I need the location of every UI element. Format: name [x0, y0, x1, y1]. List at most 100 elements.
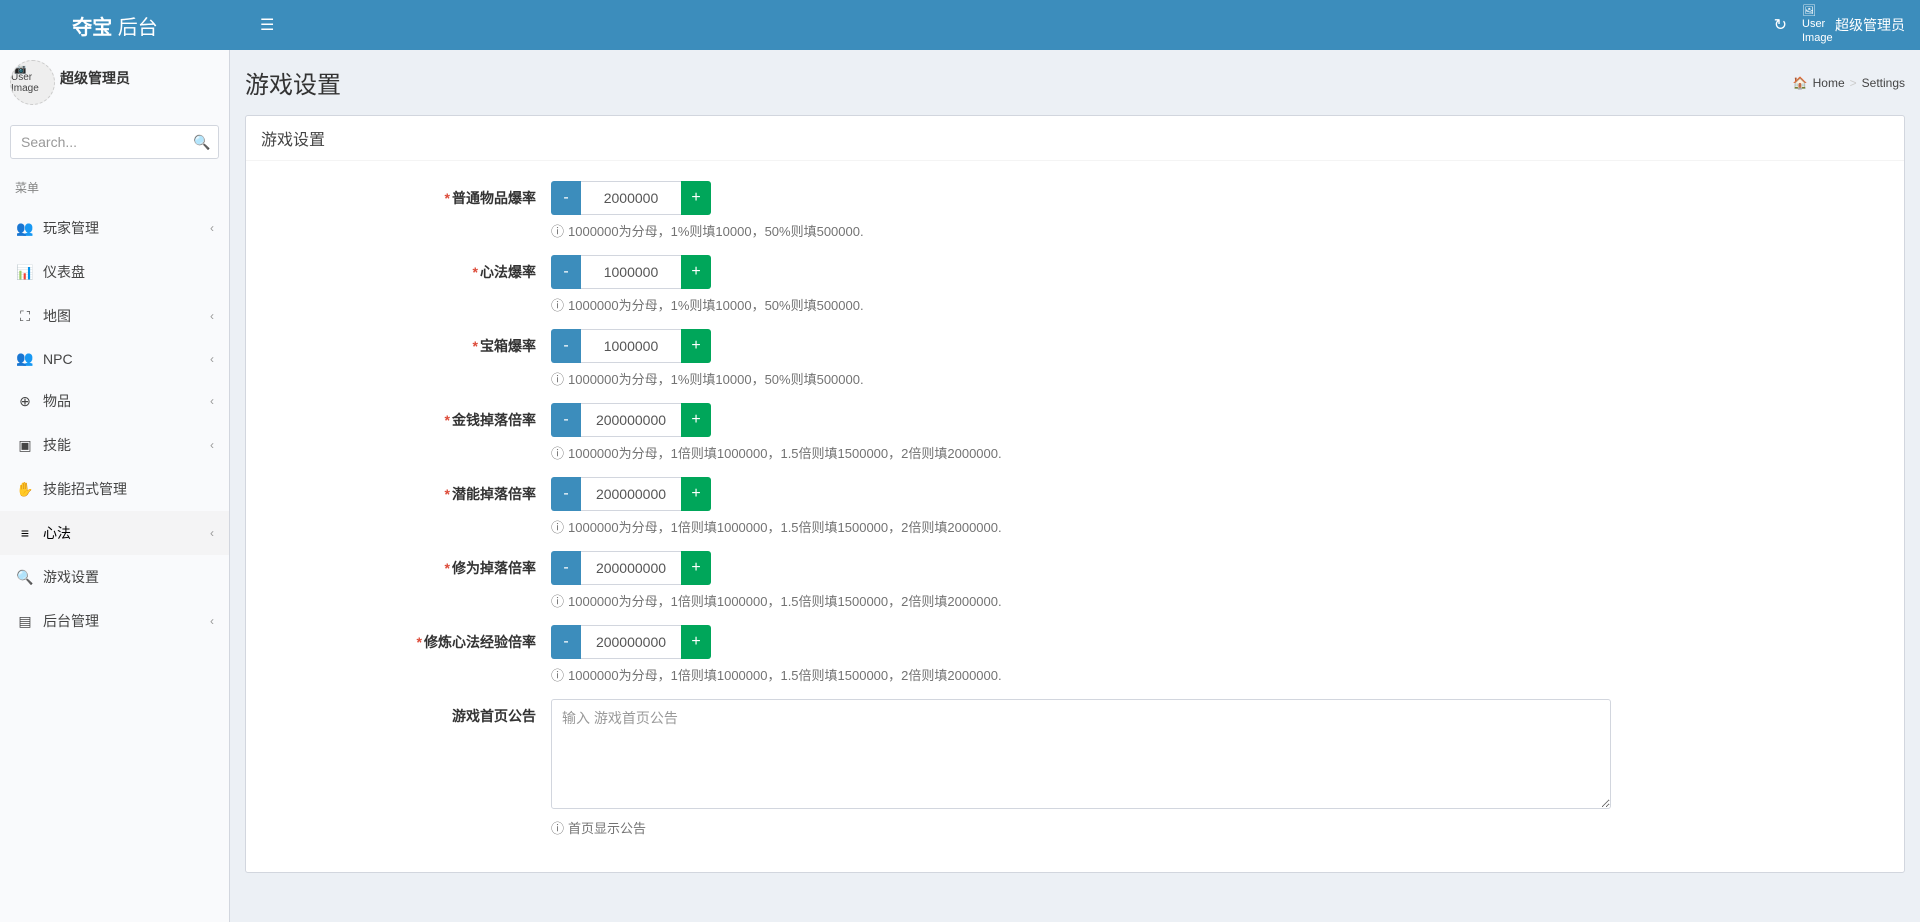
page-title: 游戏设置 — [245, 65, 341, 100]
number-input[interactable] — [581, 625, 681, 659]
sidebar-item-label: 后台管理 — [43, 611, 99, 631]
number-input[interactable] — [581, 403, 681, 437]
refresh-icon[interactable]: ↻ — [1774, 15, 1787, 35]
sidebar-item-label: 仪表盘 — [43, 262, 85, 282]
chevron-left-icon: ‹ — [210, 394, 214, 408]
field-col: - + ⓘ1000000为分母，1%则填10000，50%则填500000. — [551, 181, 1611, 240]
sidebar-item-5[interactable]: ▣技能‹ — [0, 423, 229, 467]
decrement-button[interactable]: - — [551, 255, 581, 289]
chevron-left-icon: ‹ — [210, 352, 214, 366]
main-sidebar: User Image 超级管理员 🔍 菜单 👥玩家管理‹📊仪表盘⛶地图‹👥NPC… — [0, 50, 230, 922]
dashboard-icon: 🏠 — [1793, 76, 1808, 90]
sidebar-item-icon: 👥 — [15, 350, 35, 367]
sidebar-toggle-icon[interactable]: ☰ — [245, 0, 289, 50]
field-label-text: 宝箱爆率 — [480, 338, 536, 354]
field-label-text: 金钱掉落倍率 — [452, 412, 536, 428]
required-mark: * — [445, 412, 450, 428]
breadcrumb: 🏠 Home > Settings — [1793, 76, 1905, 90]
field-col: -+ⓘ1000000为分母，1倍则填1000000，1.5倍则填1500000，… — [551, 403, 1611, 462]
required-mark: * — [473, 338, 478, 354]
sidebar-menu-header: 菜单 — [0, 169, 229, 206]
box-body: *普通物品爆率-+ⓘ1000000为分母，1%则填10000，50%则填5000… — [246, 161, 1904, 872]
form-group-5: *修为掉落倍率-+ⓘ1000000为分母，1倍则填1000000，1.5倍则填1… — [261, 551, 1889, 610]
logo[interactable]: 夺宝 后台 — [0, 0, 230, 50]
required-mark: * — [445, 560, 450, 576]
info-icon: ⓘ — [551, 443, 564, 462]
increment-button[interactable]: + — [681, 551, 711, 585]
help-text: 1000000为分母，1%则填10000，50%则填500000. — [568, 295, 864, 314]
number-input[interactable] — [581, 329, 681, 363]
form-group-4: *潜能掉落倍率-+ⓘ1000000为分母，1倍则填1000000，1.5倍则填1… — [261, 477, 1889, 536]
increment-button[interactable]: + — [681, 329, 711, 363]
decrement-button[interactable]: - — [551, 181, 581, 215]
content: 游戏设置 *普通物品爆率-+ⓘ1000000为分母，1%则填10000，50%则… — [230, 100, 1920, 888]
required-mark: * — [445, 486, 450, 502]
required-mark: * — [445, 190, 450, 206]
number-input[interactable] — [581, 255, 681, 289]
user-menu[interactable]: 🖼 User Image 超级管理员 — [1802, 5, 1905, 45]
breadcrumb-separator: > — [1850, 76, 1857, 90]
search-button[interactable]: 🔍 — [185, 125, 219, 159]
sidebar-item-label: 技能招式管理 — [43, 479, 127, 499]
decrement-button[interactable]: - — [551, 551, 581, 585]
info-icon: ⓘ — [551, 221, 564, 240]
sidebar-item-3[interactable]: 👥 NPC ‹ — [0, 338, 229, 379]
number-input[interactable] — [581, 551, 681, 585]
sidebar-item-label: NPC — [43, 351, 73, 367]
number-input-group: -+ — [551, 551, 1611, 585]
decrement-button[interactable]: - — [551, 625, 581, 659]
number-input[interactable] — [581, 181, 681, 215]
info-icon: ⓘ — [551, 818, 564, 837]
required-mark: * — [473, 264, 478, 280]
sidebar-item-4[interactable]: ⊕物品‹ — [0, 379, 229, 423]
field-label: *宝箱爆率 — [261, 329, 551, 388]
sidebar-item-icon: ≡ — [15, 525, 35, 541]
breadcrumb-home[interactable]: Home — [1813, 76, 1845, 90]
main-header: 夺宝 后台 ☰ ↻ 🖼 User Image 超级管理员 — [0, 0, 1920, 50]
help-text: 1000000为分母，1%则填10000，50%则填500000. — [568, 221, 864, 240]
announcement-textarea[interactable] — [551, 699, 1611, 809]
sidebar-item-label: 地图 — [43, 306, 71, 326]
chevron-left-icon: ‹ — [210, 438, 214, 452]
field-label-text: 普通物品爆率 — [452, 190, 536, 206]
increment-button[interactable]: + — [681, 403, 711, 437]
field-label: *金钱掉落倍率 — [261, 403, 551, 462]
header-username: 超级管理员 — [1835, 15, 1905, 35]
decrement-button[interactable]: - — [551, 329, 581, 363]
field-label: *心法爆率 — [261, 255, 551, 314]
decrement-button[interactable]: - — [551, 403, 581, 437]
content-header: 游戏设置 🏠 Home > Settings — [230, 50, 1920, 100]
number-input-group: -+ — [551, 625, 1611, 659]
navbar: ☰ ↻ 🖼 User Image 超级管理员 — [230, 0, 1920, 50]
help-block: ⓘ1000000为分母，1倍则填1000000，1.5倍则填1500000，2倍… — [551, 665, 1611, 684]
sidebar-item-1[interactable]: 📊 仪表盘 — [0, 250, 229, 294]
sidebar-item-8[interactable]: 🔍游戏设置 — [0, 555, 229, 599]
help-block: ⓘ1000000为分母，1%则填10000，50%则填500000. — [551, 221, 1611, 240]
field-label-text: 潜能掉落倍率 — [452, 486, 536, 502]
sidebar-item-icon: ▣ — [15, 437, 35, 454]
sidebar-item-icon: ⊕ — [15, 393, 35, 410]
sidebar-item-7[interactable]: ≡ 心法 ‹ — [0, 511, 229, 555]
increment-button[interactable]: + — [681, 255, 711, 289]
settings-box: 游戏设置 *普通物品爆率-+ⓘ1000000为分母，1%则填10000，50%则… — [245, 115, 1905, 873]
increment-button[interactable]: + — [681, 625, 711, 659]
user-panel-avatar: User Image — [10, 60, 55, 105]
sidebar-item-label: 心法 — [43, 523, 71, 543]
user-image-icon: 🖼 User Image — [1802, 5, 1827, 45]
info-icon: ⓘ — [551, 665, 564, 684]
announcement-label: 游戏首页公告 — [261, 699, 551, 837]
number-input[interactable] — [581, 477, 681, 511]
decrement-button[interactable]: - — [551, 477, 581, 511]
sidebar-item-9[interactable]: ▤后台管理‹ — [0, 599, 229, 643]
increment-button[interactable]: + — [681, 477, 711, 511]
sidebar-item-0[interactable]: 👥玩家管理‹ — [0, 206, 229, 250]
sidebar-item-icon: 📊 — [15, 264, 35, 281]
increment-button[interactable]: + — [681, 181, 711, 215]
sidebar-item-6[interactable]: ✋技能招式管理 — [0, 467, 229, 511]
info-icon: ⓘ — [551, 517, 564, 536]
number-input-group: -+ — [551, 403, 1611, 437]
field-label: *普通物品爆率 — [261, 181, 551, 240]
chevron-left-icon: ‹ — [210, 526, 214, 540]
number-input-group: -+ — [551, 329, 1611, 363]
sidebar-item-2[interactable]: ⛶地图‹ — [0, 294, 229, 338]
